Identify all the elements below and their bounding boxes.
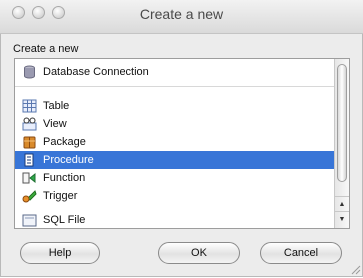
list-item-package[interactable]: Package <box>15 133 335 151</box>
scroll-down-arrow-icon[interactable]: ▼ <box>335 211 349 226</box>
cancel-button[interactable]: Cancel <box>260 242 342 264</box>
list-item-label: View <box>43 118 67 130</box>
list-separator <box>15 86 335 87</box>
list-item-label: SQL File <box>43 214 86 226</box>
list-item-procedure[interactable]: Procedure <box>15 151 335 169</box>
list-item-database-connection[interactable]: Database Connection <box>15 63 335 81</box>
list-item-function[interactable]: Function <box>15 169 335 187</box>
view-icon <box>22 117 37 131</box>
list-item-view[interactable]: View <box>15 115 335 133</box>
list-item-label: Database Connection <box>43 66 149 78</box>
ok-button[interactable]: OK <box>158 242 240 264</box>
list-item-label: Package <box>43 136 86 148</box>
list-item-label: Procedure <box>43 154 94 166</box>
list-item-label: Trigger <box>43 190 78 202</box>
object-type-list[interactable]: Database Connection Table View Package P… <box>14 58 350 229</box>
section-label: Create a new <box>13 43 79 55</box>
list-item-label: Table <box>43 100 70 112</box>
database-icon <box>22 65 37 79</box>
table-icon <box>22 99 37 113</box>
sql-file-icon <box>22 213 37 227</box>
list-item-label: Function <box>43 172 86 184</box>
function-icon <box>22 171 37 185</box>
list-area: Database Connection Table View Package P… <box>15 59 335 228</box>
window-title: Create a new <box>139 6 224 22</box>
title-bar[interactable]: Create a new <box>0 0 363 34</box>
dialog-window: Create a new Create a new Database Conne… <box>0 0 363 277</box>
list-item-trigger[interactable]: Trigger <box>15 187 335 205</box>
list-item-table[interactable]: Table <box>15 97 335 115</box>
package-icon <box>22 135 37 149</box>
trigger-icon <box>22 189 37 203</box>
scrollbar-thumb[interactable] <box>337 64 347 182</box>
procedure-icon <box>22 153 37 167</box>
scroll-up-arrow-icon[interactable]: ▲ <box>335 196 349 211</box>
help-button[interactable]: Help <box>20 242 100 264</box>
list-scrollbar[interactable]: ▲ ▼ <box>334 59 349 228</box>
resize-grip-icon[interactable] <box>351 265 361 275</box>
list-item-sql-file[interactable]: SQL File <box>15 211 335 228</box>
